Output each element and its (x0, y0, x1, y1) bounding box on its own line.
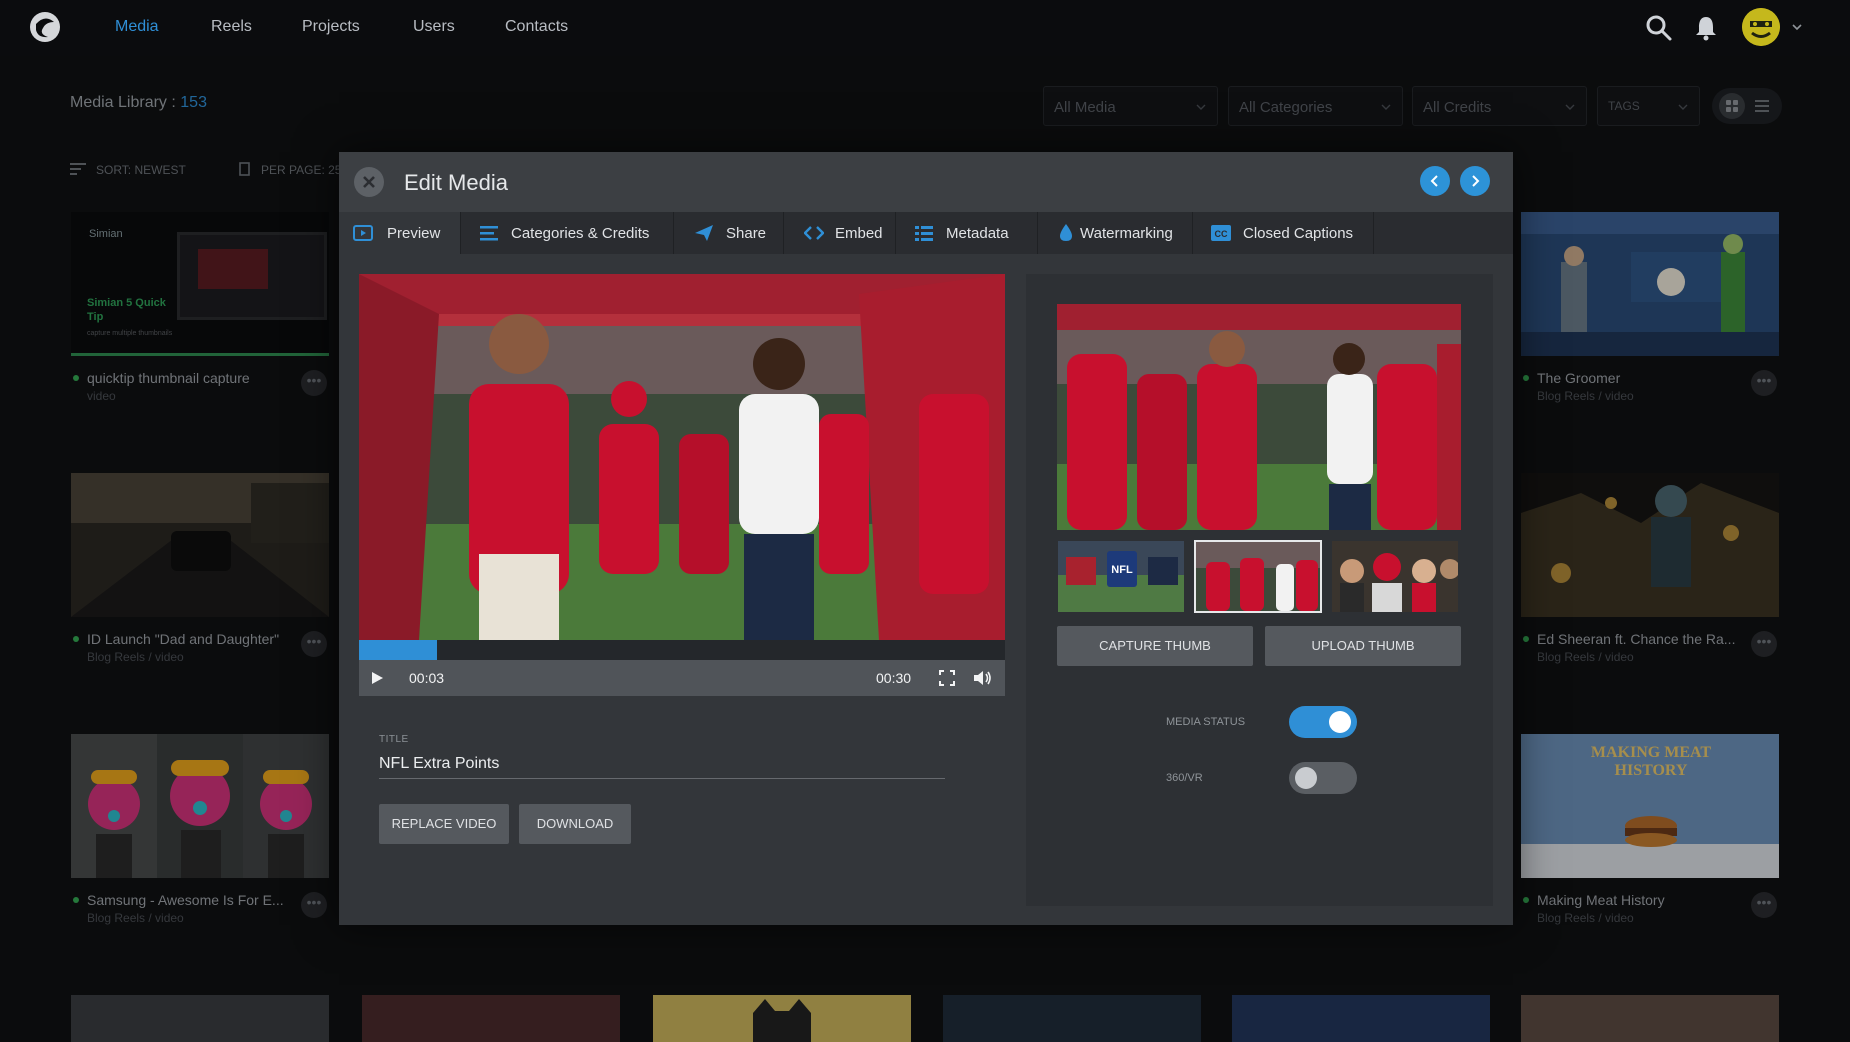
tab-watermarking-label: Watermarking (1080, 225, 1173, 242)
edit-media-modal: Edit Media Preview Categories & Credits … (339, 152, 1513, 925)
thumbnail-nfl-image: NFL (1058, 541, 1184, 612)
tab-metadata-label: Metadata (946, 225, 1009, 242)
video-progress-fill (359, 640, 437, 660)
closed-captions-icon: CC (1211, 225, 1231, 241)
svg-text:NFL: NFL (1111, 564, 1133, 576)
duration: 00:30 (876, 670, 912, 686)
current-time: 00:03 (409, 670, 445, 686)
tab-categories-credits[interactable]: Categories & Credits (461, 212, 674, 254)
toggle-knob (1295, 767, 1317, 789)
bell-icon[interactable] (1692, 14, 1720, 42)
capture-thumb-button[interactable]: CAPTURE THUMB (1057, 626, 1253, 666)
tab-preview-label: Preview (387, 225, 441, 242)
thumbnail-panel: NFL CAPTURE THUMB UPLOAD THUMB MEDIA STA… (1026, 274, 1493, 906)
categories-icon (480, 226, 498, 241)
chevron-right-icon (1472, 175, 1480, 187)
preview-icon (353, 225, 373, 241)
watermark-icon (1060, 224, 1072, 241)
chevron-down-icon[interactable] (1790, 20, 1804, 34)
media-status-label: MEDIA STATUS (1166, 716, 1246, 728)
nav-reels[interactable]: Reels (211, 18, 252, 36)
share-icon (695, 225, 713, 241)
tab-share[interactable]: Share (674, 212, 784, 254)
download-button[interactable]: DOWNLOAD (519, 804, 631, 844)
tab-closed-captions[interactable]: CC Closed Captions (1193, 212, 1374, 254)
tab-categories-credits-label: Categories & Credits (511, 225, 650, 242)
nav-media[interactable]: Media (115, 18, 159, 36)
replace-video-button[interactable]: REPLACE VIDEO (379, 804, 509, 844)
tab-share-label: Share (726, 225, 767, 242)
tab-closed-captions-label: Closed Captions (1243, 225, 1354, 242)
title-input-underline (379, 778, 945, 779)
nav-projects[interactable]: Projects (302, 18, 360, 36)
svg-text:CC: CC (1215, 229, 1228, 239)
nav-contacts[interactable]: Contacts (505, 18, 568, 36)
title-label: TITLE (379, 734, 409, 745)
video-player[interactable] (359, 274, 1005, 640)
previous-media-button[interactable] (1420, 166, 1450, 196)
next-media-button[interactable] (1460, 166, 1490, 196)
play-icon[interactable] (369, 670, 385, 686)
top-navigation: Media Reels Projects Users Contacts (0, 0, 1850, 56)
avatar-face-icon (1742, 8, 1780, 46)
fullscreen-icon[interactable] (939, 670, 955, 686)
vr-label: 360/VR (1166, 772, 1203, 784)
thumbnail-option[interactable]: NFL (1057, 540, 1185, 613)
modal-title: Edit Media (404, 170, 508, 195)
thumbnail-option[interactable] (1331, 540, 1459, 613)
modal-tabs: Preview Categories & Credits Share Embed… (339, 212, 1513, 254)
media-status-toggle[interactable] (1289, 706, 1357, 738)
video-controls: 00:03 00:30 (359, 660, 1005, 696)
thumbnail-fans-image (1332, 541, 1458, 612)
video-progress-bar[interactable] (359, 640, 1005, 660)
modal-header: Edit Media (339, 152, 1513, 212)
tab-embed-label: Embed (835, 225, 883, 242)
tab-preview[interactable]: Preview (339, 212, 461, 254)
search-icon[interactable] (1645, 14, 1673, 42)
close-button[interactable] (354, 167, 384, 197)
title-input[interactable]: NFL Extra Points (379, 755, 499, 773)
thumbnail-players-image (1196, 542, 1320, 611)
upload-thumb-button[interactable]: UPLOAD THUMB (1265, 626, 1461, 666)
chevron-left-icon (1430, 175, 1438, 187)
main-thumbnail-preview (1057, 304, 1461, 530)
logo-icon[interactable] (28, 10, 62, 44)
embed-icon (804, 226, 824, 240)
nav-users[interactable]: Users (413, 18, 455, 36)
tab-embed[interactable]: Embed (784, 212, 896, 254)
metadata-icon (915, 226, 933, 241)
toggle-knob (1329, 711, 1351, 733)
tab-metadata[interactable]: Metadata (896, 212, 1038, 254)
video-frame-image (359, 274, 1005, 640)
main-thumbnail-image (1057, 304, 1461, 530)
avatar[interactable] (1742, 8, 1780, 46)
volume-icon[interactable] (973, 669, 993, 687)
close-icon (363, 176, 375, 188)
thumbnail-option-selected[interactable] (1194, 540, 1322, 613)
vr-toggle[interactable] (1289, 762, 1357, 794)
tab-watermarking[interactable]: Watermarking (1038, 212, 1193, 254)
